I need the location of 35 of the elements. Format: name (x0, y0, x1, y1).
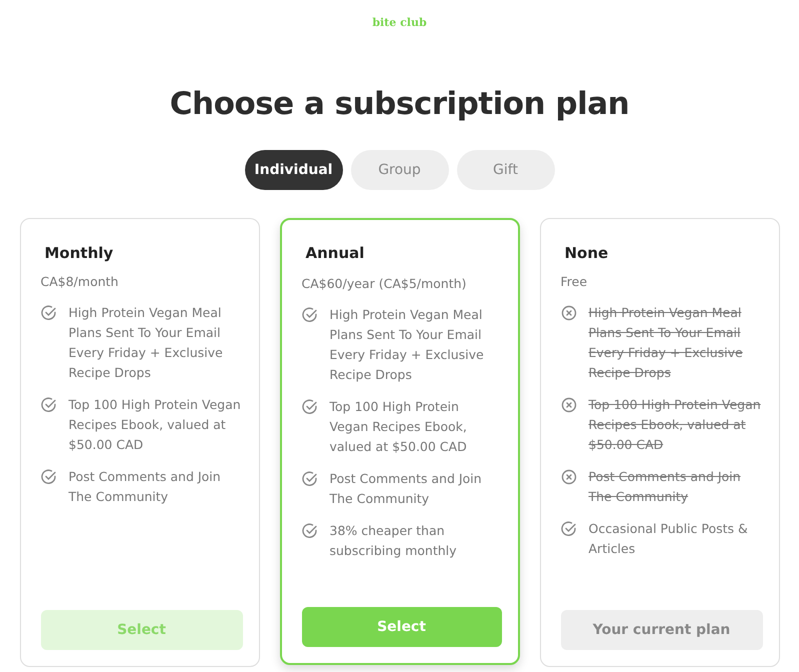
check-circle-icon (302, 399, 318, 415)
plan-price: CA$60/year (CA$5/month) (302, 276, 468, 291)
plan-name: Monthly (44, 244, 114, 262)
feature-text: Top 100 High Protein Vegan Recipes Ebook, valued at $50.00 CAD (330, 398, 468, 456)
x-circle-icon (560, 305, 576, 321)
feature-text: High Protein Vegan Meal Plans Sent To Your Email Every Friday + Exclusive Recipe Drops (330, 306, 485, 384)
plan-type-tab[interactable]: Individual (244, 150, 342, 190)
select-button[interactable]: Your current plan (560, 610, 762, 650)
feature-text: Occasional Public Posts & Articles (588, 520, 749, 558)
feature-text: Post Comments and Join The Community (588, 468, 742, 506)
feature-text: Top 100 High Protein Vegan Recipes Ebook, valued at $50.00 CAD (588, 396, 762, 454)
check-circle-icon (40, 305, 56, 321)
check-circle-icon (302, 523, 318, 539)
plan-type-tab[interactable]: Group (350, 150, 448, 190)
feature-text: Post Comments and Join The Community (330, 470, 483, 508)
logo: bite club (372, 16, 427, 31)
plan-price: CA$8/month (40, 274, 120, 289)
check-circle-icon (302, 471, 318, 487)
feature-text: Top 100 High Protein Vegan Recipes Ebook, valued at $50.00 CAD (68, 396, 242, 454)
plan-name: None (564, 244, 610, 262)
x-circle-icon (560, 397, 576, 413)
feature-text: High Protein Vegan Meal Plans Sent To Your Email Every Friday + Exclusive Recipe Drops (68, 304, 224, 382)
check-circle-icon (40, 469, 56, 485)
plan-name: Annual (306, 244, 366, 262)
check-circle-icon (302, 307, 318, 323)
plan-type-tab[interactable]: Gift (456, 150, 554, 190)
feature-text: High Protein Vegan Meal Plans Sent To Your Email Every Friday + Exclusive Recipe Drops (588, 304, 744, 382)
page-title: Choose a subscription plan (170, 86, 630, 122)
plan-price: Free (560, 274, 588, 289)
feature-text: Post Comments and Join The Community (68, 468, 222, 506)
check-circle-icon (560, 521, 576, 537)
check-circle-icon (40, 397, 56, 413)
feature-text: 38% cheaper than subscribing monthly (330, 522, 458, 560)
select-button[interactable]: Select (302, 607, 502, 647)
x-circle-icon (560, 469, 576, 485)
